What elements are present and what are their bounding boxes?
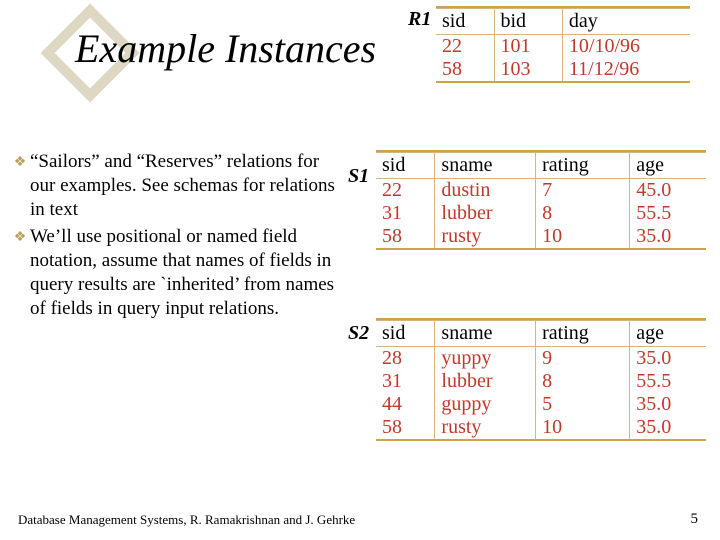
table-cell: 22 bbox=[436, 35, 494, 59]
table-row: 44 guppy 5 35.0 bbox=[376, 393, 706, 416]
bullet-list: ❖ “Sailors” and “Reserves” relations for… bbox=[10, 150, 345, 324]
table-cell: 28 bbox=[376, 347, 435, 371]
table-header-row: sid bid day bbox=[436, 9, 690, 35]
table-row: 22 101 10/10/96 bbox=[436, 35, 690, 59]
table-row: 22 dustin 7 45.0 bbox=[376, 179, 706, 203]
table-cell: 22 bbox=[376, 179, 435, 203]
table-cell: 9 bbox=[536, 347, 630, 371]
table-cell: 5 bbox=[536, 393, 630, 416]
table-cell: 8 bbox=[536, 202, 630, 225]
page-number: 5 bbox=[691, 511, 699, 528]
page-title: Example Instances bbox=[75, 25, 376, 72]
bullet-text: “Sailors” and “Reserves” relations for o… bbox=[30, 150, 345, 221]
table-label-r1: R1 bbox=[408, 8, 431, 31]
table-row: 28 yuppy 9 35.0 bbox=[376, 347, 706, 371]
col-header: rating bbox=[536, 321, 630, 347]
table-cell: 101 bbox=[494, 35, 562, 59]
table-row: 31 lubber 8 55.5 bbox=[376, 202, 706, 225]
table-cell: yuppy bbox=[435, 347, 536, 371]
table-header-row: sid sname rating age bbox=[376, 153, 706, 179]
col-header: rating bbox=[536, 153, 630, 179]
table-cell: guppy bbox=[435, 393, 536, 416]
slide: Example Instances ❖ “Sailors” and “Reser… bbox=[0, 0, 720, 540]
bullet-marker-icon: ❖ bbox=[10, 225, 30, 320]
table-cell: 8 bbox=[536, 370, 630, 393]
table-cell: 44 bbox=[376, 393, 435, 416]
footer-text: Database Management Systems, R. Ramakris… bbox=[18, 512, 355, 528]
table-cell: 7 bbox=[536, 179, 630, 203]
table-cell: lubber bbox=[435, 370, 536, 393]
table-r1: sid bid day 22 101 10/10/96 58 103 11/12… bbox=[436, 6, 690, 83]
table-cell: 58 bbox=[376, 225, 435, 248]
table-row: 58 rusty 10 35.0 bbox=[376, 416, 706, 439]
table-row: 58 rusty 10 35.0 bbox=[376, 225, 706, 248]
table-cell: 10/10/96 bbox=[562, 35, 690, 59]
table-label-s1: S1 bbox=[348, 165, 369, 188]
table-s2: sid sname rating age 28 yuppy 9 35.0 31 … bbox=[376, 318, 706, 441]
table-cell: 35.0 bbox=[630, 225, 706, 248]
table-cell: 35.0 bbox=[630, 393, 706, 416]
table-s1: sid sname rating age 22 dustin 7 45.0 31… bbox=[376, 150, 706, 250]
bullet-item: ❖ We’ll use positional or named field no… bbox=[10, 225, 345, 320]
table-cell: rusty bbox=[435, 225, 536, 248]
col-header: sid bbox=[376, 153, 435, 179]
col-header: age bbox=[630, 153, 706, 179]
table-cell: 31 bbox=[376, 202, 435, 225]
table-cell: 58 bbox=[376, 416, 435, 439]
col-header: day bbox=[562, 9, 690, 35]
table-cell: 35.0 bbox=[630, 347, 706, 371]
table-header-row: sid sname rating age bbox=[376, 321, 706, 347]
col-header: sid bbox=[436, 9, 494, 35]
table-cell: 58 bbox=[436, 58, 494, 81]
bullet-text: We’ll use positional or named field nota… bbox=[30, 225, 345, 320]
col-header: bid bbox=[494, 9, 562, 35]
table-cell: 31 bbox=[376, 370, 435, 393]
table-cell: 55.5 bbox=[630, 202, 706, 225]
table-label-s2: S2 bbox=[348, 322, 369, 345]
table-cell: 45.0 bbox=[630, 179, 706, 203]
col-header: sname bbox=[435, 153, 536, 179]
table-cell: dustin bbox=[435, 179, 536, 203]
table-cell: 35.0 bbox=[630, 416, 706, 439]
table-cell: rusty bbox=[435, 416, 536, 439]
table-cell: 103 bbox=[494, 58, 562, 81]
table-cell: 10 bbox=[536, 225, 630, 248]
bullet-item: ❖ “Sailors” and “Reserves” relations for… bbox=[10, 150, 345, 221]
col-header: sname bbox=[435, 321, 536, 347]
col-header: sid bbox=[376, 321, 435, 347]
table-cell: 10 bbox=[536, 416, 630, 439]
col-header: age bbox=[630, 321, 706, 347]
table-row: 58 103 11/12/96 bbox=[436, 58, 690, 81]
table-cell: 11/12/96 bbox=[562, 58, 690, 81]
table-row: 31 lubber 8 55.5 bbox=[376, 370, 706, 393]
table-cell: 55.5 bbox=[630, 370, 706, 393]
bullet-marker-icon: ❖ bbox=[10, 150, 30, 221]
table-cell: lubber bbox=[435, 202, 536, 225]
